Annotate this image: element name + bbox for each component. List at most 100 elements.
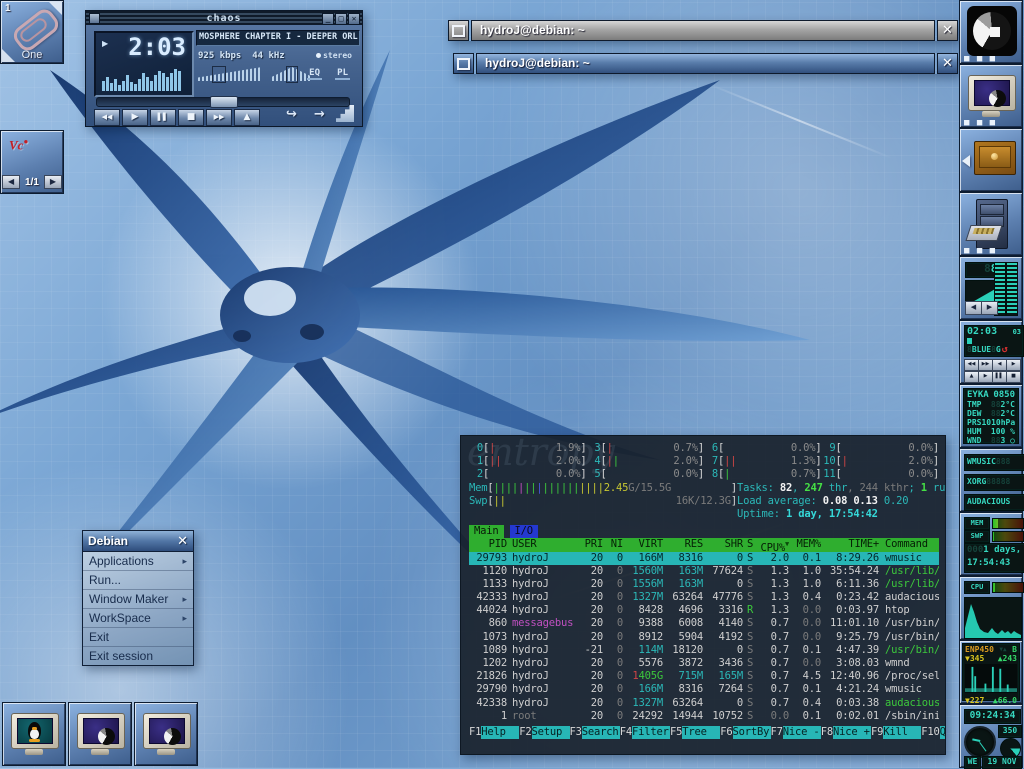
seek-bar[interactable]: [96, 97, 350, 107]
column-header-shr[interactable]: SHR: [703, 538, 743, 551]
terminal2-miniaturize-button[interactable]: [453, 53, 474, 74]
process-row-1133[interactable]: 1133hydroJ2001556M163M0S1.31.06:11.36/us…: [469, 578, 939, 591]
process-row-1089[interactable]: 1089hydroJ-210114M181200S0.70.14:47.39/u…: [469, 644, 939, 657]
menu-item-exit[interactable]: Exit: [83, 628, 193, 647]
process-row-42338[interactable]: 42338hydroJ2001327M632640S0.70.40:03.38a…: [469, 697, 939, 710]
volume-slider[interactable]: [198, 67, 262, 81]
fkey-filter[interactable]: F4Filter: [620, 726, 670, 739]
next-button[interactable]: ▶▶: [206, 109, 232, 126]
fkey-kill[interactable]: F9Kill: [871, 726, 921, 739]
column-header-pri[interactable]: PRI: [577, 538, 603, 551]
tab-main[interactable]: Main: [469, 525, 504, 538]
pager-appicon[interactable]: Vc● ◀ 1/1 ▶: [0, 130, 64, 194]
dock-tile-drawer[interactable]: [959, 128, 1023, 192]
playlist-button[interactable]: PL: [335, 68, 350, 80]
workspace-clip[interactable]: 1 One: [0, 0, 64, 64]
eject-button[interactable]: ▲: [234, 109, 260, 126]
wmusic-pause-button[interactable]: ▌▌: [992, 371, 1007, 383]
wmusic-fast-forward-button[interactable]: ▶▶: [978, 359, 993, 371]
wmusic-prev-button[interactable]: ◀: [992, 359, 1007, 371]
dock-tile-file-cabinet[interactable]: ■ ■ ■: [959, 192, 1023, 256]
column-header-virt[interactable]: VIRT: [623, 538, 663, 551]
column-header-res[interactable]: RES: [663, 538, 703, 551]
repeat-toggle[interactable]: →: [314, 107, 325, 122]
process-row-21826[interactable]: 21826hydroJ2001405G715M165MS0.74.512:40.…: [469, 670, 939, 683]
wmusic-eject-button[interactable]: ▲: [964, 371, 979, 383]
mixer-prev-button[interactable]: ◀: [965, 301, 982, 315]
drawer-expand-icon[interactable]: [962, 155, 970, 167]
dock-tile-wmtop[interactable]: WMUSIC888XORG88888AUDACIOUS: [959, 448, 1023, 512]
dock-tile-cpu-monitor[interactable]: CPU: [959, 576, 1023, 640]
balance-knob[interactable]: [286, 66, 298, 83]
terminal2-title[interactable]: hydroJ@debian: ~: [476, 53, 935, 74]
tab-io[interactable]: I/O: [510, 525, 538, 538]
mixer-next-button[interactable]: ▶: [981, 301, 998, 315]
fkey-quit[interactable]: F10Quit: [921, 726, 946, 739]
column-header-mem[interactable]: MEM%: [789, 538, 821, 551]
process-row-1[interactable]: 1root200242921494410752S0.00.10:02.01/sb…: [469, 710, 939, 723]
terminal2-close-button[interactable]: ✕: [937, 53, 958, 74]
player-titlebar[interactable]: chaos _ □ ✕: [86, 11, 362, 25]
wmusic-next-button[interactable]: ▶: [1006, 359, 1021, 371]
column-header-ni[interactable]: NI: [603, 538, 623, 551]
seek-knob[interactable]: [210, 96, 238, 108]
column-header-cpu[interactable]: CPU%▼: [757, 538, 789, 551]
menu-item-workspace[interactable]: WorkSpace▸: [83, 609, 193, 628]
appicon-terminal-2[interactable]: [134, 702, 198, 766]
audio-player-window[interactable]: chaos _ □ ✕ ▶ 2:03 MOSPHERE CHAPTER I - …: [85, 10, 363, 127]
process-row-860[interactable]: 860messagebus200938860084140S0.70.011:01…: [469, 617, 939, 630]
process-row-44024[interactable]: 44024hydroJ200842846963316R1.30.00:03.97…: [469, 604, 939, 617]
equalizer-button[interactable]: EQ: [307, 68, 322, 80]
terminal1-title[interactable]: hydroJ@debian: ~: [471, 20, 935, 41]
pause-button[interactable]: ▌▌: [150, 109, 176, 126]
dock-tile-weather[interactable]: EYKA0850 TMP882°CDEW882°CPRS1010hPaHUM10…: [959, 384, 1023, 448]
terminal-window-shaded-2[interactable]: hydroJ@debian: ~ ✕: [453, 53, 958, 74]
fkey-setup[interactable]: F2Setup: [519, 726, 569, 739]
pager-next-button[interactable]: ▶: [44, 175, 62, 189]
player-minimize-button[interactable]: _: [322, 13, 334, 25]
dock-tile-sysmon[interactable]: MEM SWP 0001 days, 17:54:43: [959, 512, 1023, 576]
terminal-window-shaded-1[interactable]: hydroJ@debian: ~ ✕: [448, 20, 958, 41]
menu-item-window-maker[interactable]: Window Maker▸: [83, 590, 193, 609]
repeat-icon[interactable]: ↺: [1002, 345, 1008, 355]
play-button[interactable]: ▶: [122, 109, 148, 126]
stop-button[interactable]: ■: [178, 109, 204, 126]
column-header-s[interactable]: S: [743, 538, 757, 551]
volume-knob[interactable]: [212, 66, 226, 83]
dock-tile-wmusic[interactable]: 02:0303 8BLUE8G ↺ ◀◀▶▶◀▶▲▶▌▌■: [959, 320, 1023, 384]
menu-item-exit-session[interactable]: Exit session: [83, 647, 193, 665]
wmusic-play-button[interactable]: ▶: [978, 371, 993, 383]
menu-close-icon[interactable]: ✕: [177, 534, 188, 549]
column-header-time[interactable]: TIME+: [821, 538, 879, 551]
wmusic-rewind-button[interactable]: ◀◀: [964, 359, 979, 371]
process-row-1120[interactable]: 1120hydroJ2001560M163M77624S1.31.035:54.…: [469, 565, 939, 578]
dock-tile-gnustep[interactable]: ■ ■ ■: [959, 0, 1023, 64]
fkey-nice[interactable]: F8Nice +: [821, 726, 871, 739]
dock-tile-mixer[interactable]: 882 ◀ ▶: [959, 256, 1023, 320]
fkey-help[interactable]: F1Help: [469, 726, 519, 739]
dock-tile-terminal-launcher[interactable]: ■ ■ ■: [959, 64, 1023, 128]
wmusic-stop-button[interactable]: ■: [1006, 371, 1021, 383]
process-row-1073[interactable]: 1073hydroJ200891259044192S0.70.09:25.79/…: [469, 631, 939, 644]
process-row-29790[interactable]: 29790hydroJ200166M83167264S0.70.14:21.24…: [469, 683, 939, 696]
fkey-sortby[interactable]: F6SortBy: [720, 726, 770, 739]
dock-tile-network-monitor[interactable]: ENP450 ▼▲ B ▼345 ▲243 ▼227 ▲66.0: [959, 640, 1023, 704]
column-header-command[interactable]: Command: [879, 538, 939, 551]
fkey-tree[interactable]: F5Tree: [670, 726, 720, 739]
terminal1-miniaturize-button[interactable]: [448, 20, 469, 41]
dock-tile-clock[interactable]: 09:24:34 350 WE 19 NOV: [959, 704, 1023, 768]
player-close-button[interactable]: ✕: [348, 13, 360, 25]
menu-item-applications[interactable]: Applications▸: [83, 552, 193, 571]
process-row-29793[interactable]: 29793hydroJ200166M83160S2.00.18:29.26wmu…: [469, 552, 939, 565]
column-header-pid[interactable]: PID: [469, 538, 507, 551]
player-shade-button[interactable]: □: [335, 13, 347, 25]
appicon-terminal-tux[interactable]: [2, 702, 66, 766]
menu-item-run[interactable]: Run...: [83, 571, 193, 590]
pager-prev-button[interactable]: ◀: [2, 175, 20, 189]
fkey-nice[interactable]: F7Nice -: [771, 726, 821, 739]
column-header-user[interactable]: USER: [507, 538, 577, 551]
process-row-1202[interactable]: 1202hydroJ200557638723436S0.70.03:08.03w…: [469, 657, 939, 670]
appicon-terminal-1[interactable]: [68, 702, 132, 766]
previous-button[interactable]: ◀◀: [94, 109, 120, 126]
process-row-42333[interactable]: 42333hydroJ2001327M6326447776S1.30.40:23…: [469, 591, 939, 604]
